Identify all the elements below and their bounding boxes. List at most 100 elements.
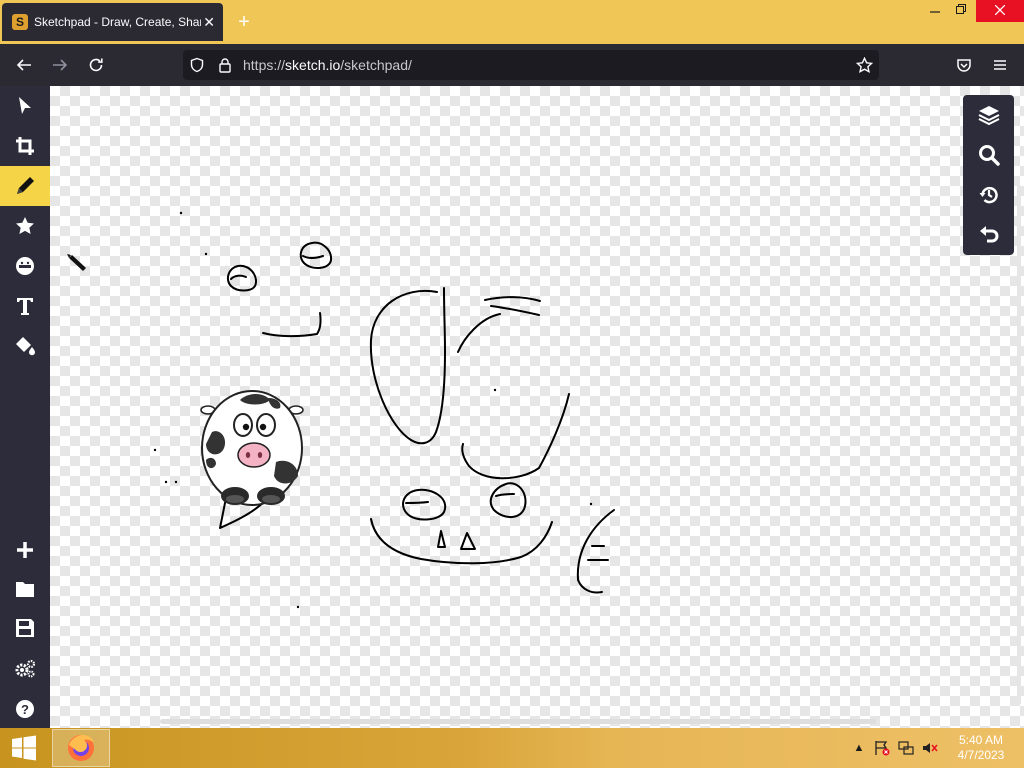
- left-toolbar: ?: [0, 86, 50, 728]
- back-button[interactable]: [12, 53, 36, 77]
- browser-tab-strip: S Sketchpad - Draw, Create, Share! ✕ +: [0, 0, 1024, 44]
- taskbar-firefox[interactable]: [52, 729, 110, 767]
- windows-taskbar: ▲ 5:40 AM 4/7/2023: [0, 728, 1024, 768]
- stroke-tooth-right: [460, 532, 476, 550]
- browser-tab-sketchpad[interactable]: S Sketchpad - Draw, Create, Share! ✕: [2, 3, 223, 41]
- plus-icon: +: [238, 11, 250, 33]
- lock-icon[interactable]: [217, 57, 233, 73]
- new-tab-button[interactable]: +: [234, 12, 254, 32]
- horizontal-scrollbar[interactable]: [160, 719, 876, 724]
- tool-help[interactable]: ?: [0, 689, 50, 729]
- tool-settings[interactable]: [0, 649, 50, 689]
- tab-close-icon[interactable]: ✕: [203, 14, 215, 31]
- hamburger-menu-icon: [994, 60, 1006, 70]
- restore-icon: [956, 4, 966, 14]
- stroke-left-shape: [369, 287, 446, 445]
- close-window-button[interactable]: [976, 0, 1024, 22]
- stroke-left-eye: [226, 264, 257, 292]
- bookmark-star-icon[interactable]: [856, 57, 873, 74]
- reload-icon: [89, 58, 103, 72]
- layers-icon: [978, 106, 999, 126]
- tab-title: Sketchpad - Draw, Create, Share!: [34, 15, 202, 29]
- save-icon: [16, 619, 34, 637]
- minimize-icon: [930, 11, 940, 13]
- star-icon: [16, 217, 34, 234]
- url-bar[interactable]: https://sketch.io/sketchpad/: [183, 50, 879, 80]
- history-button[interactable]: [963, 175, 1014, 215]
- stroke-nostril-left: [402, 488, 447, 521]
- reload-button[interactable]: [84, 53, 108, 77]
- sketchpad-favicon-icon: S: [12, 14, 28, 30]
- history-icon: [979, 186, 998, 204]
- drawing-canvas[interactable]: [50, 86, 1024, 728]
- action-center-flag-icon: [875, 741, 890, 756]
- undo-icon: [979, 226, 998, 243]
- clock-date: 4/7/2023: [957, 748, 1005, 762]
- network-button[interactable]: [898, 740, 914, 756]
- help-icon: ?: [16, 700, 34, 718]
- emoji-face-icon: [16, 257, 34, 275]
- gears-icon: [15, 659, 36, 678]
- pocket-button[interactable]: [952, 53, 976, 77]
- tracking-protection-shield-icon[interactable]: [189, 57, 205, 73]
- start-button[interactable]: [0, 728, 48, 768]
- undo-button[interactable]: [963, 215, 1014, 255]
- plus-icon: [17, 542, 33, 558]
- restore-button[interactable]: [946, 0, 976, 22]
- show-hidden-icons-button[interactable]: ▲: [851, 740, 867, 756]
- action-center-button[interactable]: [874, 740, 890, 756]
- tool-pencil[interactable]: [0, 166, 50, 206]
- stroke-nostril-right: [489, 482, 527, 518]
- volume-button[interactable]: [922, 740, 938, 756]
- svg-text:?: ?: [21, 702, 29, 717]
- stroke-tooth-left: [437, 530, 446, 548]
- stroke-chin: [370, 518, 553, 565]
- pencil-cursor: [67, 254, 86, 271]
- pocket-icon: [957, 59, 971, 72]
- cursor-arrow-icon: [19, 97, 31, 114]
- vertical-scrollbar[interactable]: [1017, 185, 1021, 705]
- app-menu-button[interactable]: [988, 53, 1012, 77]
- tool-crop[interactable]: [0, 126, 50, 166]
- back-arrow-icon: [16, 59, 31, 71]
- clock-time: 5:40 AM: [958, 733, 1004, 747]
- tool-select[interactable]: [0, 86, 50, 126]
- forward-button[interactable]: [48, 53, 72, 77]
- tool-open[interactable]: [0, 569, 50, 609]
- stroke-mouth: [262, 312, 322, 338]
- tool-text[interactable]: [0, 286, 50, 326]
- network-icon: [898, 741, 914, 755]
- close-icon: [994, 4, 1006, 16]
- crop-icon: [16, 137, 34, 155]
- show-hidden-icons-icon: ▲: [853, 742, 865, 754]
- url-text[interactable]: https://sketch.io/sketchpad/: [243, 57, 412, 73]
- tool-stamp[interactable]: [0, 206, 50, 246]
- url-host: sketch.io: [285, 57, 341, 73]
- browser-navbar: https://sketch.io/sketchpad/: [0, 44, 1024, 86]
- sketch-strokes: [67, 211, 615, 609]
- folder-icon: [16, 582, 34, 597]
- right-panel: [963, 95, 1014, 255]
- stroke-right-curve: [461, 393, 570, 480]
- tool-save[interactable]: [0, 608, 50, 648]
- taskbar-clock[interactable]: 5:40 AM 4/7/2023: [950, 733, 1012, 763]
- url-scheme: https://: [243, 57, 286, 73]
- firefox-icon: [68, 735, 94, 761]
- volume-muted-icon: [923, 743, 938, 753]
- zoom-button[interactable]: [963, 135, 1014, 175]
- zoom-icon: [978, 145, 1000, 166]
- stroke-right-eye: [299, 241, 333, 269]
- pencil-icon: [17, 177, 34, 194]
- stroke-right-arch: [457, 296, 541, 353]
- forward-arrow-icon: [53, 59, 68, 71]
- url-path: /sketchpad/: [340, 57, 412, 73]
- tool-fill[interactable]: [0, 326, 50, 366]
- cow-sticker: [200, 390, 304, 506]
- tool-new[interactable]: [0, 530, 50, 570]
- windows-logo-icon: [12, 735, 36, 761]
- tool-emoji[interactable]: [0, 246, 50, 286]
- paint-bucket-icon: [16, 337, 35, 356]
- text-icon: [17, 298, 33, 315]
- stroke-ear: [576, 509, 615, 594]
- layers-button[interactable]: [963, 95, 1014, 135]
